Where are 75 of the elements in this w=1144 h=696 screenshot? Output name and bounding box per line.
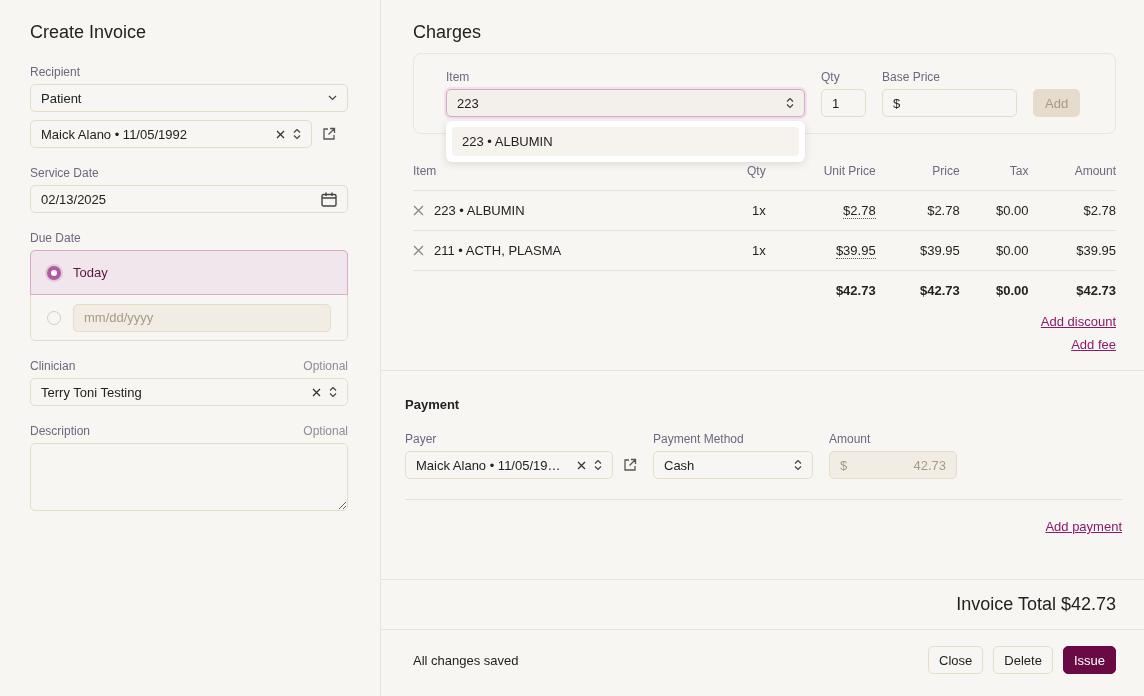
link[interactable]: Add discount bbox=[1040, 314, 1116, 329]
link[interactable]: Add payment bbox=[1045, 519, 1122, 534]
calendar-icon[interactable] bbox=[321, 191, 337, 207]
clear-icon[interactable] bbox=[312, 387, 321, 397]
section-title: Payment bbox=[405, 397, 461, 412]
secondary-button[interactable]: Delete bbox=[993, 646, 1053, 674]
payer-select[interactable]: Maick Alano • 11/05/19… bbox=[405, 451, 613, 479]
optional-hint: Optional bbox=[303, 424, 348, 440]
column-header: Tax bbox=[959, 164, 1029, 191]
radio-button[interactable] bbox=[47, 310, 61, 325]
total-cell: $42.73 bbox=[919, 283, 960, 298]
table-cell: $39.95 bbox=[835, 243, 876, 259]
column-header: Unit Price bbox=[765, 164, 876, 191]
table-cell: $2.78 bbox=[843, 203, 876, 219]
field-label: Amount bbox=[829, 432, 872, 446]
field-label: Service Date bbox=[30, 166, 100, 180]
date-field[interactable]: 02/13/2025 bbox=[30, 185, 348, 213]
table-cell: $0.00 bbox=[995, 243, 1029, 258]
qty-field[interactable]: 1 bbox=[821, 89, 866, 117]
column-header: Amount bbox=[1028, 164, 1116, 191]
radio-button[interactable] bbox=[47, 265, 61, 280]
due-date-option[interactable]: Today bbox=[30, 250, 348, 295]
table-cell: 211 • ACTH, PLASMA bbox=[434, 243, 562, 258]
table-cell: 223 • ALBUMIN bbox=[434, 203, 525, 218]
field-label: Qty bbox=[821, 70, 841, 84]
optional-hint: Optional bbox=[303, 359, 348, 375]
external-link-icon[interactable] bbox=[322, 127, 336, 141]
price-field[interactable]: $ bbox=[882, 89, 1017, 117]
total-cell: $0.00 bbox=[995, 283, 1029, 298]
column-header: Price bbox=[875, 164, 960, 191]
section-title: Charges bbox=[413, 22, 483, 43]
option-label: Today bbox=[73, 265, 108, 280]
external-link-icon[interactable] bbox=[623, 458, 637, 472]
column-header: Item bbox=[413, 164, 727, 191]
field-label: Item bbox=[446, 70, 471, 84]
field-label: Clinician bbox=[30, 359, 76, 373]
secondary-button[interactable]: Close bbox=[928, 646, 984, 674]
form-title: Create Invoice bbox=[30, 22, 148, 43]
remove-icon[interactable] bbox=[413, 245, 424, 256]
table-cell: $39.95 bbox=[919, 243, 960, 258]
clear-icon[interactable] bbox=[577, 460, 586, 470]
column-header: Qty bbox=[726, 164, 766, 191]
field-label: Payer bbox=[405, 432, 438, 446]
table-cell: 1x bbox=[751, 243, 766, 258]
chevron-down-icon bbox=[328, 95, 337, 101]
link[interactable]: Add fee bbox=[1071, 337, 1116, 352]
field-label: Recipient bbox=[30, 65, 82, 79]
clinician-select[interactable]: Terry Toni Testing bbox=[30, 378, 348, 406]
item-combobox[interactable]: 223 bbox=[446, 89, 805, 117]
field-label: Payment Method bbox=[653, 432, 745, 446]
clear-icon[interactable] bbox=[276, 129, 285, 139]
invoice-total: Invoice Total $42.73 bbox=[381, 580, 1144, 630]
field-label: Due Date bbox=[30, 231, 82, 245]
chevron-updown-icon bbox=[329, 386, 337, 398]
table-cell: $39.95 bbox=[1076, 243, 1116, 258]
table-cell: $0.00 bbox=[995, 203, 1029, 218]
suggestion-item[interactable]: 223 • ALBUMIN bbox=[452, 127, 799, 156]
payment-method-select[interactable]: Cash bbox=[653, 451, 813, 479]
total-cell: $42.73 bbox=[835, 283, 876, 298]
remove-icon[interactable] bbox=[413, 205, 424, 216]
patient-combobox[interactable]: Maick Alano • 11/05/1992 bbox=[30, 120, 312, 148]
recipient-type-dropdown[interactable]: Patient bbox=[30, 84, 348, 112]
chevron-updown-icon bbox=[293, 128, 301, 140]
table-cell: 1x bbox=[751, 203, 766, 218]
table-cell: $2.78 bbox=[927, 203, 960, 218]
table-cell: $2.78 bbox=[1083, 203, 1116, 218]
chevron-updown-icon bbox=[794, 459, 802, 471]
chevron-updown-icon bbox=[594, 459, 602, 471]
field-label: Base Price bbox=[882, 70, 942, 84]
save-status: All changes saved bbox=[413, 652, 520, 668]
description-field[interactable] bbox=[30, 443, 348, 511]
primary-button[interactable]: Issue bbox=[1062, 646, 1116, 674]
chevron-updown-icon bbox=[786, 97, 794, 109]
total-cell: $42.73 bbox=[1076, 283, 1116, 298]
field-label: Description bbox=[30, 424, 91, 438]
